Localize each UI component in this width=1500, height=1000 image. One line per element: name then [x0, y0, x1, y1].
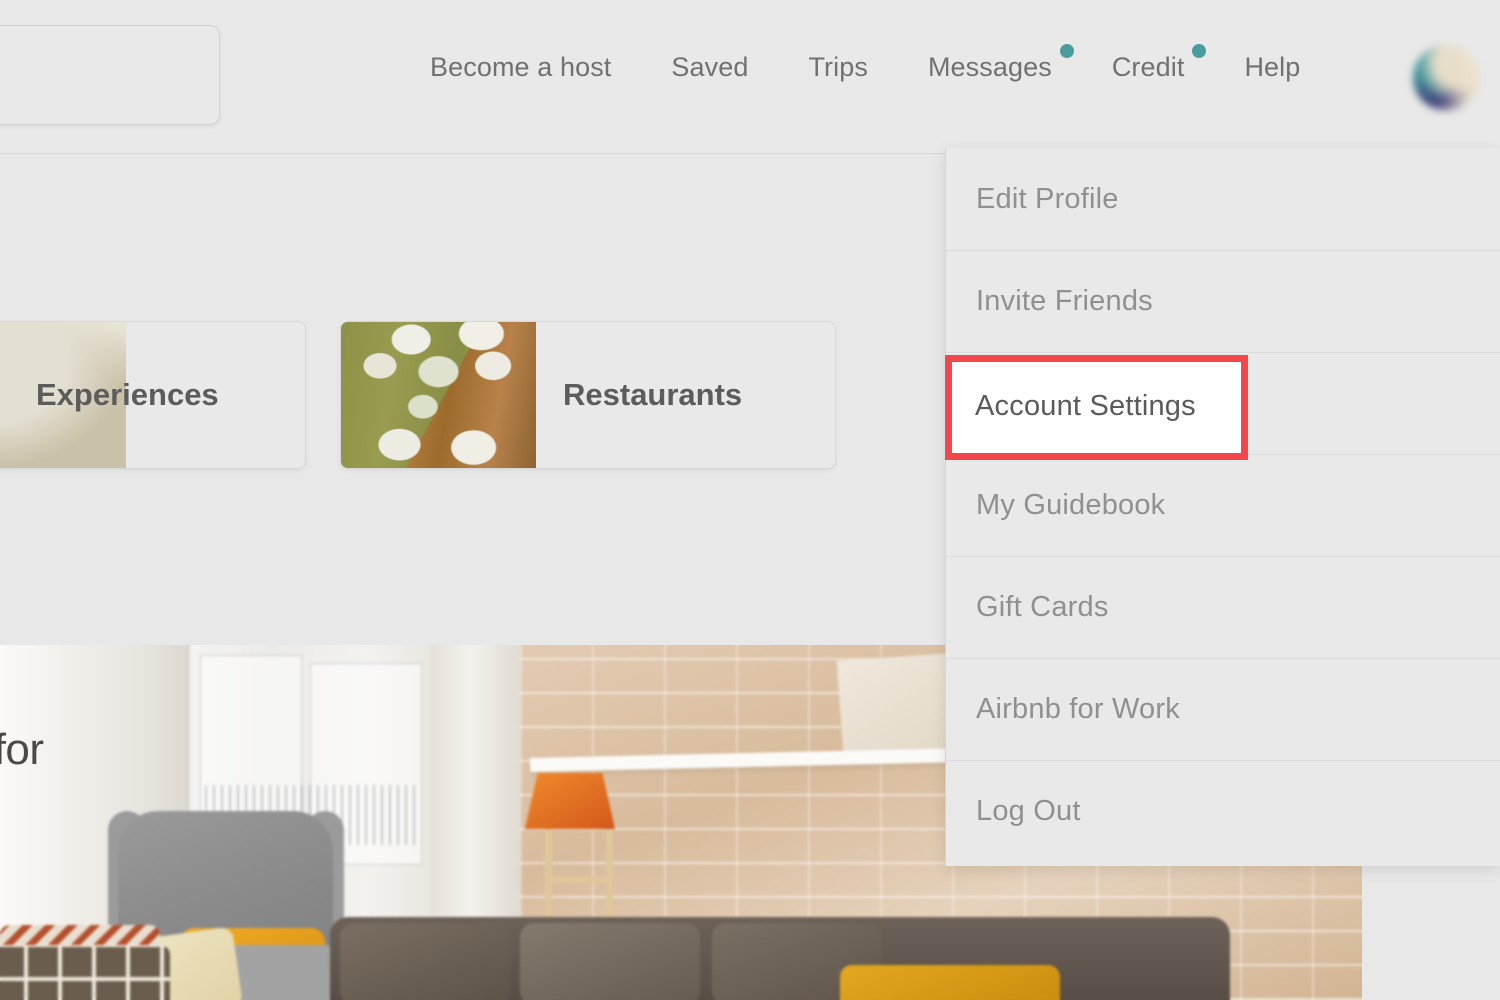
menu-item-edit-profile[interactable]: Edit Profile — [946, 148, 1500, 250]
category-card-label: Restaurants — [563, 377, 743, 412]
nav-item-label: Credit — [1111, 52, 1185, 82]
nav-item-label: Messages — [927, 52, 1052, 82]
menu-item-label: My Guidebook — [976, 489, 1166, 521]
search-input[interactable] — [0, 26, 219, 124]
nav-item-become-a-host[interactable]: Become a host — [430, 50, 611, 85]
credit-notification-dot-icon — [1192, 44, 1207, 58]
menu-item-my-guidebook[interactable]: My Guidebook — [946, 454, 1500, 556]
menu-item-gift-cards[interactable]: Gift Cards — [946, 556, 1500, 658]
restaurants-thumbnail-icon — [341, 322, 536, 468]
menu-item-label: Log Out — [976, 795, 1081, 827]
messages-notification-dot-icon — [1059, 44, 1074, 58]
nav-item-label: Saved — [671, 52, 749, 82]
menu-item-label: Airbnb for Work — [976, 693, 1180, 725]
menu-item-label: Edit Profile — [976, 182, 1119, 215]
menu-item-airbnb-for-work[interactable]: Airbnb for Work — [946, 658, 1500, 760]
nav-item-saved[interactable]: Saved — [671, 50, 748, 85]
highlighted-menu-item-label[interactable]: Account Settings — [975, 390, 1196, 423]
site-header: Become a host Saved Trips Messages Credi… — [0, 0, 1500, 154]
menu-item-label: Invite Friends — [976, 285, 1153, 317]
avatar-menu-button[interactable] — [1410, 42, 1482, 114]
account-dropdown-menu: Edit Profile Invite Friends Account Sett… — [945, 148, 1500, 866]
nav-item-messages[interactable]: Messages — [927, 44, 1074, 85]
menu-item-label: Gift Cards — [976, 591, 1109, 623]
category-card-restaurants[interactable]: Restaurants — [340, 321, 836, 469]
nav-item-label: Trips — [808, 52, 868, 82]
category-card-experiences[interactable]: Experiences — [0, 321, 306, 469]
nav-item-credit[interactable]: Credit — [1111, 44, 1207, 85]
nav-item-help[interactable]: Help — [1244, 50, 1300, 85]
category-card-label: Experiences — [36, 377, 219, 412]
hero-headline-partial: d for — [0, 725, 44, 774]
main-navigation: Become a host Saved Trips Messages Credi… — [430, 44, 1300, 85]
menu-item-invite-friends[interactable]: Invite Friends — [946, 250, 1500, 352]
nav-item-label: Become a host — [430, 52, 612, 82]
nav-item-trips[interactable]: Trips — [808, 50, 868, 85]
search-bar[interactable] — [0, 25, 220, 125]
menu-item-log-out[interactable]: Log Out — [946, 760, 1500, 862]
nav-item-label: Help — [1244, 52, 1301, 82]
